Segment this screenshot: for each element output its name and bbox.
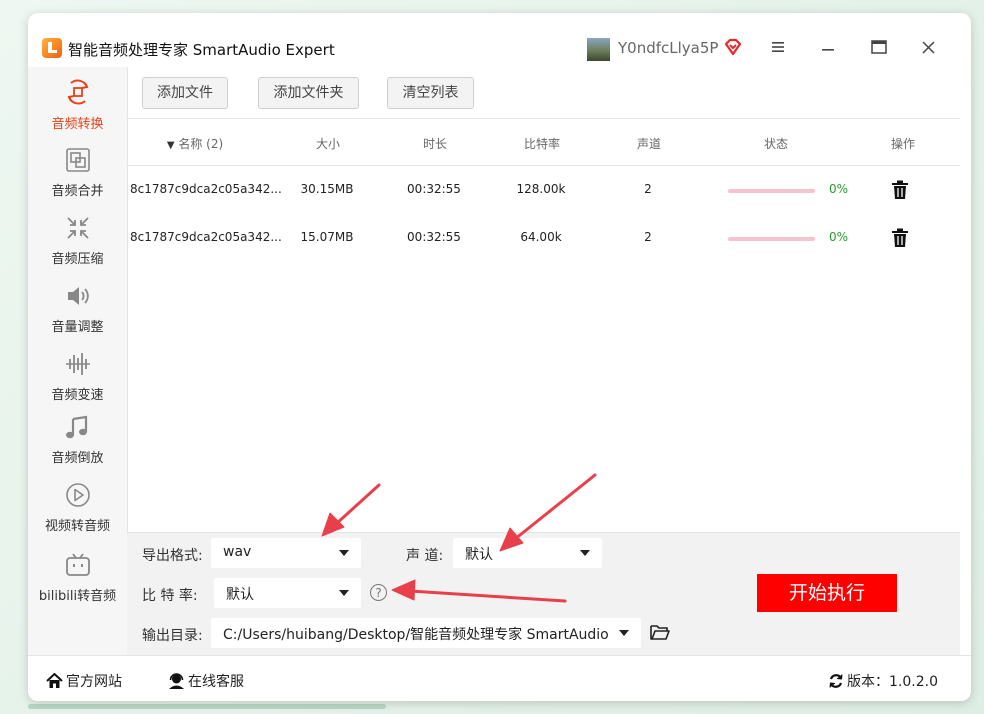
bitrate-value: 默认: [226, 587, 254, 603]
file-size: 15.07MB: [300, 230, 354, 244]
minimize-icon[interactable]: [821, 40, 835, 54]
table-row[interactable]: 8c1787c9dca2c05a342... 30.15MB 00:32:55 …: [127, 166, 960, 214]
table-header: ▼ 名称 (2) 大小 时长 比特率 声道 状态 操作: [127, 119, 960, 166]
file-channel: 2: [644, 230, 652, 244]
output-dir-value: C:/Users/huibang/Desktop/智能音频处理专家 SmartA…: [223, 627, 609, 643]
bitrate-select[interactable]: 默认: [214, 578, 361, 608]
sidebar-item-label: 音频变速: [51, 388, 104, 403]
merge-icon: [65, 148, 90, 172]
chevron-down-icon: [580, 550, 590, 556]
background-scrollbar: [28, 704, 386, 709]
chevron-down-icon: [339, 590, 349, 596]
online-support-link[interactable]: 在线客服: [168, 671, 244, 691]
sidebar-item-label: 音频合并: [51, 184, 104, 199]
menu-icon[interactable]: [771, 40, 785, 54]
help-icon[interactable]: ?: [370, 584, 387, 601]
sidebar-item-audio-reverse[interactable]: 音频倒放: [28, 415, 127, 466]
clear-list-button[interactable]: 清空列表: [387, 77, 474, 109]
home-icon: [46, 672, 63, 688]
speed-icon: [65, 353, 90, 375]
customer-service-icon: [169, 673, 184, 689]
file-size: 30.15MB: [300, 182, 354, 196]
close-icon[interactable]: [922, 41, 935, 54]
sidebar-item-label: 音频压缩: [51, 252, 104, 267]
file-duration: 00:32:55: [407, 230, 461, 244]
sort-down-icon: ▼: [166, 140, 175, 151]
name-column-header[interactable]: ▼ 名称 (2): [167, 135, 223, 152]
official-website-link[interactable]: 官方网站: [46, 671, 122, 691]
compress-icon: [66, 217, 89, 239]
status-column-header: 状态: [763, 137, 789, 151]
bitrate-label: 比 特 率:: [142, 588, 198, 604]
status-bar: 官方网站 在线客服 版本：1.0.2.0: [28, 655, 971, 701]
music-note-icon: [65, 415, 87, 439]
file-bitrate: 128.00k: [516, 182, 566, 196]
sidebar-item-audio-merge[interactable]: 音频合并: [28, 146, 127, 199]
sidebar-item-label: bilibili转音频: [38, 589, 117, 604]
folder-open-icon[interactable]: [650, 623, 670, 641]
version-info[interactable]: 版本：1.0.2.0: [828, 671, 938, 691]
add-folder-button[interactable]: 添加文件夹: [258, 77, 359, 109]
file-name: 8c1787c9dca2c05a342...: [130, 182, 282, 196]
file-duration: 00:32:55: [407, 182, 461, 196]
channel-value: 默认: [465, 547, 493, 563]
sidebar: 音频转换 音频合并 音频压缩 音量调整 音频变速 音频倒放 视频转音频 bili…: [28, 67, 128, 655]
vip-diamond-icon[interactable]: [723, 37, 743, 57]
channel-column-header: 声道: [636, 137, 662, 151]
output-dir-label: 输出目录:: [142, 628, 203, 644]
chevron-down-icon: [339, 550, 349, 556]
output-dir-select[interactable]: C:/Users/huibang/Desktop/智能音频处理专家 SmartA…: [211, 618, 641, 648]
bitrate-column-header: 比特率: [523, 137, 561, 151]
action-column-header: 操作: [890, 137, 916, 151]
sidebar-item-volume-adjust[interactable]: 音量调整: [28, 282, 127, 335]
sidebar-item-label: 音频倒放: [51, 451, 104, 466]
convert-icon: [67, 79, 88, 105]
start-button[interactable]: 开始执行: [757, 574, 897, 612]
chevron-down-icon: [619, 630, 629, 636]
format-label: 导出格式:: [142, 548, 203, 564]
progress-bar: [728, 189, 815, 193]
sidebar-item-label: 音频转换: [51, 117, 104, 132]
sidebar-item-audio-compress[interactable]: 音频压缩: [28, 214, 127, 267]
volume-icon: [67, 287, 89, 305]
title-bar: 智能音频处理专家 SmartAudio Expert Y0ndfcLlya5P: [28, 13, 971, 67]
bilibili-icon: [65, 553, 90, 576]
app-logo-icon: [42, 38, 62, 58]
sidebar-item-label: 视频转音频: [44, 519, 110, 534]
maximize-icon[interactable]: [871, 40, 887, 54]
channel-select[interactable]: 默认: [453, 538, 602, 568]
username[interactable]: Y0ndfcLlya5P: [618, 39, 718, 57]
file-channel: 2: [644, 182, 652, 196]
progress-percent: 0%: [829, 230, 849, 244]
play-icon: [65, 483, 90, 507]
trash-icon[interactable]: [891, 228, 909, 248]
progress-bar: [728, 237, 815, 241]
size-column-header: 大小: [315, 137, 341, 151]
channel-label: 声 道:: [406, 548, 444, 564]
app-title: 智能音频处理专家 SmartAudio Expert: [68, 41, 335, 59]
sidebar-item-audio-convert[interactable]: 音频转换: [28, 77, 127, 132]
file-name: 8c1787c9dca2c05a342...: [130, 230, 282, 244]
refresh-icon: [829, 674, 843, 688]
progress-percent: 0%: [829, 182, 849, 196]
file-bitrate: 64.00k: [520, 230, 562, 244]
user-avatar[interactable]: [587, 38, 610, 61]
app-window: 智能音频处理专家 SmartAudio Expert Y0ndfcLlya5P: [28, 13, 971, 701]
trash-icon[interactable]: [891, 180, 909, 200]
duration-column-header: 时长: [422, 137, 448, 151]
sidebar-item-audio-speed[interactable]: 音频变速: [28, 350, 127, 403]
sidebar-item-video-to-audio[interactable]: 视频转音频: [28, 481, 127, 534]
sidebar-item-label: 音量调整: [51, 320, 104, 335]
add-file-button[interactable]: 添加文件: [142, 77, 228, 109]
format-value: wav: [223, 544, 252, 560]
table-row[interactable]: 8c1787c9dca2c05a342... 15.07MB 00:32:55 …: [127, 214, 960, 262]
sidebar-item-bilibili-to-audio[interactable]: bilibili转音频: [28, 551, 127, 604]
format-select[interactable]: wav: [211, 538, 361, 568]
